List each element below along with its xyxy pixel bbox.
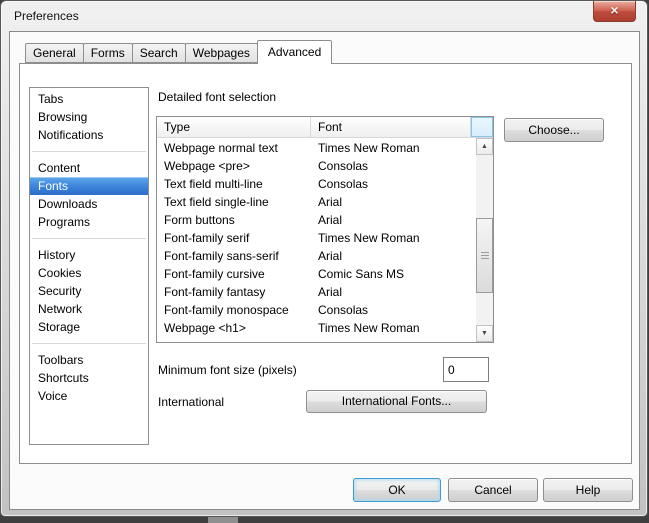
cell-type: Webpage normal text	[164, 141, 278, 155]
table-row[interactable]: Font-family fantasy Arial	[157, 283, 476, 301]
cell-type: Webpage <pre>	[164, 159, 250, 173]
table-body: Webpage normal text Times New Roman Webp…	[157, 139, 476, 337]
preferences-window: Preferences × General Forms Search Webpa…	[0, 0, 648, 517]
column-header-font[interactable]: Font	[311, 117, 471, 137]
help-button[interactable]: Help	[543, 478, 633, 502]
cell-font: Arial	[318, 213, 343, 227]
table-row[interactable]: Font-family cursive Comic Sans MS	[157, 265, 476, 283]
table-scrollbar[interactable]: ▲ ▼	[476, 138, 493, 342]
cell-type: Text field single-line	[164, 195, 269, 209]
window-title: Preferences	[14, 9, 79, 23]
sidebar-item-fonts[interactable]: Fonts	[30, 177, 148, 195]
tab-general[interactable]: General	[25, 43, 84, 63]
scroll-down-icon: ▼	[481, 330, 488, 337]
sidebar-item-voice[interactable]: Voice	[30, 387, 148, 405]
cell-font: Consolas	[318, 159, 369, 173]
scroll-up-icon: ▲	[481, 143, 488, 150]
sidebar-item-notifications[interactable]: Notifications	[30, 126, 148, 144]
choose-button[interactable]: Choose...	[504, 118, 604, 142]
table-row[interactable]: Font-family sans-serif Arial	[157, 247, 476, 265]
cell-font: Arial	[318, 249, 343, 263]
international-fonts-button[interactable]: International Fonts...	[306, 390, 487, 413]
scroll-down-button[interactable]: ▼	[476, 325, 493, 342]
sidebar-item-cookies[interactable]: Cookies	[30, 264, 148, 282]
table-row[interactable]: Webpage <pre> Consolas	[157, 157, 476, 175]
tab-search[interactable]: Search	[131, 43, 186, 63]
sidebar-item-network[interactable]: Network	[30, 300, 148, 318]
cell-font: Times New Roman	[318, 141, 420, 155]
sidebar-item-browsing[interactable]: Browsing	[30, 108, 148, 126]
cell-type: Font-family fantasy	[164, 285, 266, 299]
column-header-spacer[interactable]	[471, 117, 493, 137]
close-button[interactable]: ×	[593, 1, 636, 22]
cancel-button[interactable]: Cancel	[448, 478, 538, 502]
cell-font: Consolas	[318, 177, 369, 191]
cell-font: Arial	[318, 195, 343, 209]
sidebar-item-content[interactable]: Content	[30, 159, 148, 177]
cell-font: Comic Sans MS	[318, 267, 405, 281]
international-label: International	[158, 395, 225, 409]
scroll-up-button[interactable]: ▲	[476, 138, 493, 155]
screen: Preferences × General Forms Search Webpa…	[0, 0, 649, 523]
tab-forms[interactable]: Forms	[82, 43, 133, 63]
sidebar-item-programs[interactable]: Programs	[30, 213, 148, 231]
table-row[interactable]: Form buttons Arial	[157, 211, 476, 229]
table-row[interactable]: Text field multi-line Consolas	[157, 175, 476, 193]
scrollbar-grip-icon	[481, 252, 489, 259]
cell-type: Text field multi-line	[164, 177, 263, 191]
cell-type: Form buttons	[164, 213, 235, 227]
background-artifact	[208, 517, 238, 523]
sidebar-item-history[interactable]: History	[30, 246, 148, 264]
cell-type: Font-family monospace	[164, 303, 289, 317]
scrollbar-thumb[interactable]	[476, 218, 493, 293]
cell-font: Consolas	[318, 303, 369, 317]
cell-type: Font-family serif	[164, 231, 250, 245]
sidebar-item-toolbars[interactable]: Toolbars	[30, 351, 148, 369]
settings-sidebar: Tabs Browsing Notifications Content Font…	[29, 87, 149, 445]
table-row[interactable]: Font-family monospace Consolas	[157, 301, 476, 319]
titlebar[interactable]: Preferences ×	[1, 1, 647, 30]
cell-font: Times New Roman	[318, 231, 420, 245]
font-selection-table: Type Font Webpage normal text Times New …	[156, 116, 494, 343]
column-header-type[interactable]: Type	[157, 117, 311, 137]
ok-button[interactable]: OK	[353, 478, 441, 502]
table-row[interactable]: Webpage <h1> Times New Roman	[157, 319, 476, 337]
cell-type: Font-family sans-serif	[164, 249, 279, 263]
sidebar-item-shortcuts[interactable]: Shortcuts	[30, 369, 148, 387]
cell-type: Webpage <h1>	[164, 321, 246, 335]
sidebar-item-security[interactable]: Security	[30, 282, 148, 300]
sidebar-separator	[32, 343, 146, 344]
close-icon: ×	[610, 2, 619, 18]
min-font-size-input[interactable]	[443, 357, 489, 382]
tab-advanced[interactable]: Advanced	[256, 40, 333, 64]
table-header-row: Type Font	[157, 117, 493, 138]
cell-type: Font-family cursive	[164, 267, 265, 281]
cell-font: Arial	[318, 285, 343, 299]
table-row[interactable]: Text field single-line Arial	[157, 193, 476, 211]
sidebar-item-storage[interactable]: Storage	[30, 318, 148, 336]
sidebar-item-downloads[interactable]: Downloads	[30, 195, 148, 213]
sidebar-separator	[32, 151, 146, 152]
table-row[interactable]: Webpage normal text Times New Roman	[157, 139, 476, 157]
min-font-size-label: Minimum font size (pixels)	[158, 363, 297, 377]
section-label: Detailed font selection	[158, 90, 277, 104]
table-row[interactable]: Font-family serif Times New Roman	[157, 229, 476, 247]
sidebar-separator	[32, 238, 146, 239]
tab-webpages[interactable]: Webpages	[184, 43, 258, 63]
sidebar-item-tabs[interactable]: Tabs	[30, 90, 148, 108]
cell-font: Times New Roman	[318, 321, 420, 335]
tab-bar: General Forms Search Webpages Advanced	[25, 40, 333, 64]
